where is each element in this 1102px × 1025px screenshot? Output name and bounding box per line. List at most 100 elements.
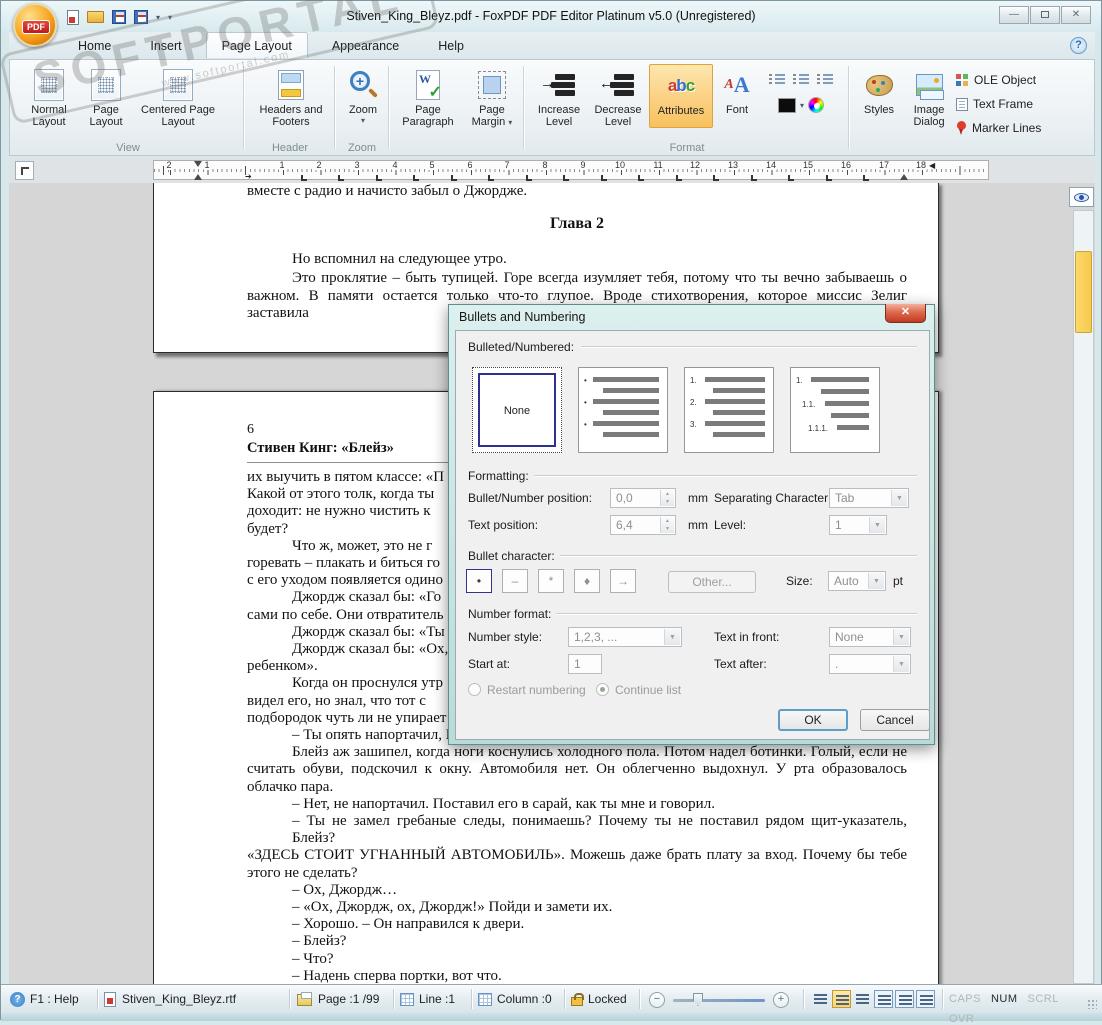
- ribbon-tab[interactable]: Page Layout: [205, 32, 308, 58]
- tab-stop-marker[interactable]: [788, 175, 794, 181]
- justify-full-button[interactable]: [916, 990, 935, 1008]
- text-frame-button[interactable]: Text Frame: [956, 92, 1086, 116]
- help-button[interactable]: ?: [1070, 37, 1087, 54]
- preview-bulleted[interactable]: • • •: [578, 367, 668, 453]
- tab-stop-marker[interactable]: [563, 175, 569, 181]
- page-margin-button[interactable]: Page Margin ▾: [464, 64, 520, 129]
- right-indent-marker[interactable]: [900, 174, 908, 180]
- qat-customize-icon[interactable]: ▾: [168, 13, 172, 22]
- separating-character-select[interactable]: Tab ▼: [829, 488, 909, 508]
- number-style-select[interactable]: 1,2,3, ... ▼: [568, 627, 682, 647]
- text-after-select[interactable]: . ▼: [829, 654, 911, 674]
- size-select[interactable]: Auto ▼: [828, 571, 886, 591]
- preview-multilevel[interactable]: 1. 1.1. 1.1.1.: [790, 367, 880, 453]
- view-eye-button[interactable]: [1069, 187, 1094, 207]
- tab-stop-marker[interactable]: [338, 175, 344, 181]
- color-wheel-icon[interactable]: [808, 97, 824, 113]
- status-page[interactable]: Page :1 /99: [318, 992, 379, 1006]
- save-as-icon[interactable]: [134, 10, 148, 24]
- open-file-icon[interactable]: [87, 11, 104, 23]
- tab-stop-marker[interactable]: [376, 175, 382, 181]
- first-line-indent-marker[interactable]: [194, 161, 202, 167]
- attributes-button[interactable]: abc Attributes: [649, 64, 713, 128]
- ribbon-tab[interactable]: Appearance: [317, 33, 414, 59]
- bullet-char-diamond-button[interactable]: ♦: [574, 569, 600, 593]
- align-left-button[interactable]: [811, 990, 830, 1008]
- tab-stop-marker[interactable]: [451, 175, 457, 181]
- zoom-button[interactable]: + Zoom ▾: [341, 64, 385, 125]
- page-layout-button[interactable]: Page Layout: [82, 64, 130, 128]
- increase-level-button[interactable]: → Increase Level: [531, 64, 587, 128]
- tab-stop-marker[interactable]: [826, 175, 832, 181]
- numbered-list-icon[interactable]: [768, 72, 786, 87]
- resize-grip[interactable]: [1087, 999, 1097, 1009]
- tab-stop-marker[interactable]: [676, 175, 682, 181]
- ole-object-button[interactable]: OLE Object: [956, 68, 1086, 92]
- maximize-button[interactable]: [1030, 6, 1060, 24]
- tab-stop-marker[interactable]: [526, 175, 532, 181]
- bullet-char-asterisk-button[interactable]: *: [538, 569, 564, 593]
- bullet-char-dot-button[interactable]: •: [466, 569, 492, 593]
- ribbon-tab[interactable]: Home: [63, 33, 126, 59]
- font-button[interactable]: AA Font: [715, 64, 759, 128]
- multilevel-list-icon[interactable]: [816, 72, 834, 87]
- status-help[interactable]: F1 : Help: [30, 992, 79, 1006]
- preview-numbered[interactable]: 1. 2. 3.: [684, 367, 774, 453]
- styles-button[interactable]: Styles: [857, 64, 901, 128]
- bullet-number-position-input[interactable]: 0,0 ▲ ▼: [610, 488, 676, 508]
- left-indent-marker[interactable]: [194, 174, 202, 180]
- bullet-list-icon[interactable]: [792, 72, 810, 87]
- ok-button[interactable]: OK: [778, 709, 848, 731]
- start-at-input[interactable]: 1: [568, 654, 602, 674]
- font-color-dropdown-icon[interactable]: ▾: [800, 101, 804, 110]
- status-column[interactable]: Column :0: [497, 992, 552, 1006]
- status-filename[interactable]: Stiven_King_Bleyz.rtf: [122, 992, 236, 1006]
- save-icon[interactable]: [112, 10, 126, 24]
- font-color-swatch[interactable]: [777, 97, 796, 113]
- justify-button[interactable]: [874, 990, 893, 1008]
- centered-page-layout-button[interactable]: Centered Page Layout: [134, 64, 222, 128]
- zoom-slider-thumb[interactable]: [693, 993, 703, 1006]
- bullet-char-dash-button[interactable]: –: [502, 569, 528, 593]
- normal-layout-button[interactable]: Normal Layout: [20, 64, 78, 128]
- tab-stop-marker[interactable]: [863, 175, 869, 181]
- continue-list-radio[interactable]: [596, 683, 609, 696]
- ribbon-tab[interactable]: Help: [423, 33, 479, 59]
- zoom-in-button[interactable]: +: [773, 992, 789, 1008]
- vertical-scrollbar-thumb[interactable]: [1075, 251, 1092, 333]
- text-position-input[interactable]: 6,4 ▲ ▼: [610, 515, 676, 535]
- justify-center-button[interactable]: [895, 990, 914, 1008]
- tab-stop-marker[interactable]: [413, 175, 419, 181]
- preview-none[interactable]: None: [472, 367, 562, 453]
- marker-lines-button[interactable]: Marker Lines: [956, 116, 1086, 140]
- align-right-button[interactable]: [853, 990, 872, 1008]
- status-line[interactable]: Line :1: [419, 992, 455, 1006]
- text-in-front-select[interactable]: None ▼: [829, 627, 911, 647]
- cancel-button[interactable]: Cancel: [860, 709, 930, 731]
- image-dialog-button[interactable]: Image Dialog: [905, 64, 953, 128]
- spinner-icon[interactable]: ▲ ▼: [660, 490, 674, 506]
- other-character-button[interactable]: Other...: [668, 571, 756, 593]
- tab-stop-marker[interactable]: [713, 175, 719, 181]
- page-paragraph-button[interactable]: W ✓ Page Paragraph: [396, 64, 460, 129]
- save-dropdown-icon[interactable]: ▾: [156, 13, 160, 22]
- tab-stop-marker[interactable]: [488, 175, 494, 181]
- tab-stop-marker[interactable]: [601, 175, 607, 181]
- spinner-icon[interactable]: ▲ ▼: [660, 517, 674, 533]
- restart-numbering-radio[interactable]: [468, 683, 481, 696]
- tab-stop-marker[interactable]: [638, 175, 644, 181]
- align-center-button[interactable]: [832, 990, 851, 1008]
- application-menu-button[interactable]: PDF: [13, 3, 57, 47]
- level-select[interactable]: 1 ▼: [829, 515, 887, 535]
- minimize-button[interactable]: —: [999, 6, 1029, 24]
- zoom-out-button[interactable]: −: [649, 992, 665, 1008]
- status-locked[interactable]: Locked: [588, 992, 627, 1006]
- zoom-slider-track[interactable]: [673, 999, 765, 1002]
- close-button[interactable]: ✕: [1061, 6, 1091, 24]
- tab-stop-marker[interactable]: [301, 175, 307, 181]
- decrease-level-button[interactable]: ← Decrease Level: [589, 64, 647, 128]
- bullet-char-arrow-button[interactable]: →: [610, 569, 636, 593]
- new-file-icon[interactable]: [67, 9, 79, 25]
- dialog-close-button[interactable]: ✕: [885, 304, 926, 323]
- tab-stop-marker[interactable]: [751, 175, 757, 181]
